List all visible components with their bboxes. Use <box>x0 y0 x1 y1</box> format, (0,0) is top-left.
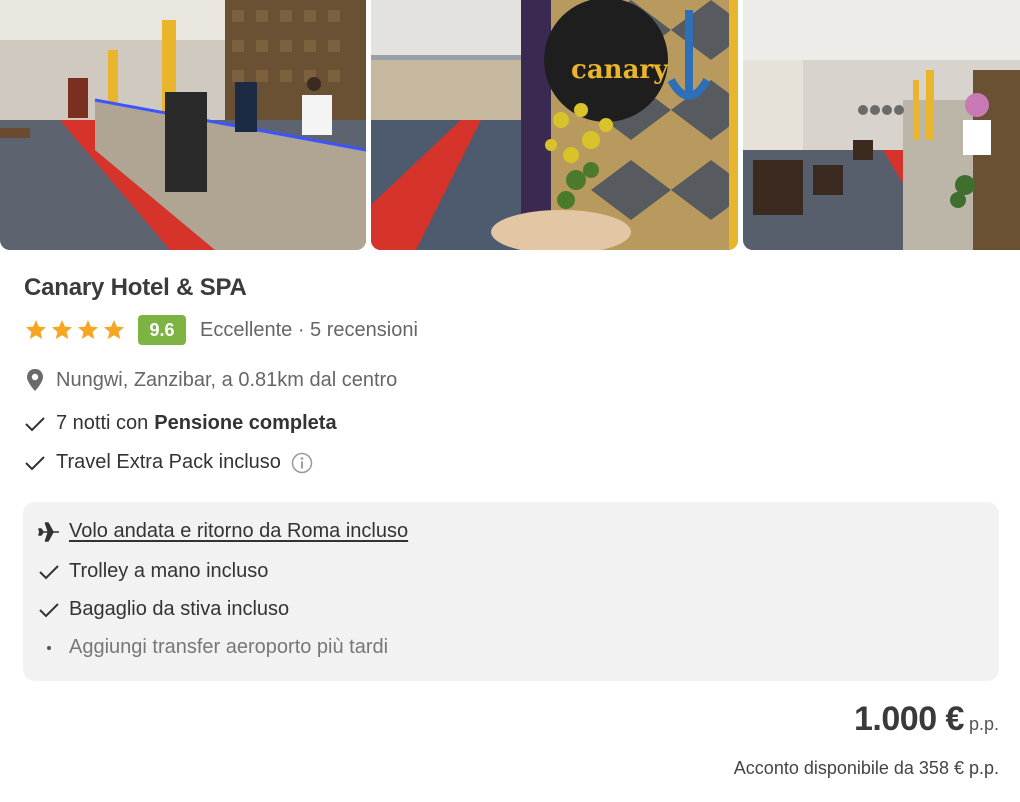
board-feature: 7 notti con Pensione completa <box>24 412 337 435</box>
star-icon <box>26 320 46 339</box>
flight-link[interactable]: Volo andata e ritorno da Roma incluso <box>69 520 408 543</box>
location-row: Nungwi, Zanzibar, a 0.81km dal centro <box>24 368 397 392</box>
trolley-row: Trolley a mano incluso <box>37 560 268 583</box>
hotel-name[interactable]: Canary Hotel & SPA <box>24 274 247 302</box>
photo-gallery: canary <box>0 0 1020 250</box>
check-icon <box>25 455 45 470</box>
price: 1.000 € p.p. <box>854 700 999 739</box>
canary-logo-text: canary <box>571 55 669 85</box>
transfer-row: Aggiungi transfer aeroporto più tardi <box>37 636 388 659</box>
lobby-corridor-photo[interactable]: canary <box>371 0 738 250</box>
transfer-text: Aggiungi transfer aeroporto più tardi <box>69 636 389 658</box>
review-summary[interactable]: Eccellente · 5 recensioni <box>200 319 418 342</box>
rating-row: 9.6 Eccellente · 5 recensioni <box>24 315 418 345</box>
trolley-text: Trolley a mano incluso <box>69 560 269 582</box>
map-pin-icon <box>27 369 43 391</box>
star-icon <box>52 320 72 339</box>
check-icon <box>39 602 59 617</box>
airplane-icon <box>38 521 59 542</box>
price-value: 1.000 € <box>854 700 964 738</box>
star-rating <box>24 318 126 342</box>
info-icon[interactable] <box>291 452 313 474</box>
hold-bag-text: Bagaglio da stiva incluso <box>69 598 290 620</box>
extra-pack-text: Travel Extra Pack incluso <box>56 451 281 473</box>
deposit-text: Acconto disponibile da 358 € p.p. <box>733 758 999 778</box>
lobby-hall-photo[interactable] <box>743 0 1020 250</box>
star-icon <box>104 320 124 339</box>
nights-text: 7 notti con <box>56 412 149 434</box>
score-badge: 9.6 <box>138 315 186 345</box>
star-icon <box>78 320 98 339</box>
extra-pack-feature: Travel Extra Pack incluso <box>24 451 313 474</box>
reception-desk-photo[interactable] <box>0 0 366 250</box>
hold-bag-row: Bagaglio da stiva incluso <box>37 598 289 621</box>
check-icon <box>25 416 45 431</box>
bullet-icon <box>37 637 61 659</box>
price-unit: p.p. <box>968 714 999 734</box>
location-text: Nungwi, Zanzibar, a 0.81km dal centro <box>56 368 398 391</box>
check-icon <box>39 564 59 579</box>
flight-row[interactable]: Volo andata e ritorno da Roma incluso <box>37 520 408 543</box>
board-type: Pensione completa <box>154 412 337 434</box>
